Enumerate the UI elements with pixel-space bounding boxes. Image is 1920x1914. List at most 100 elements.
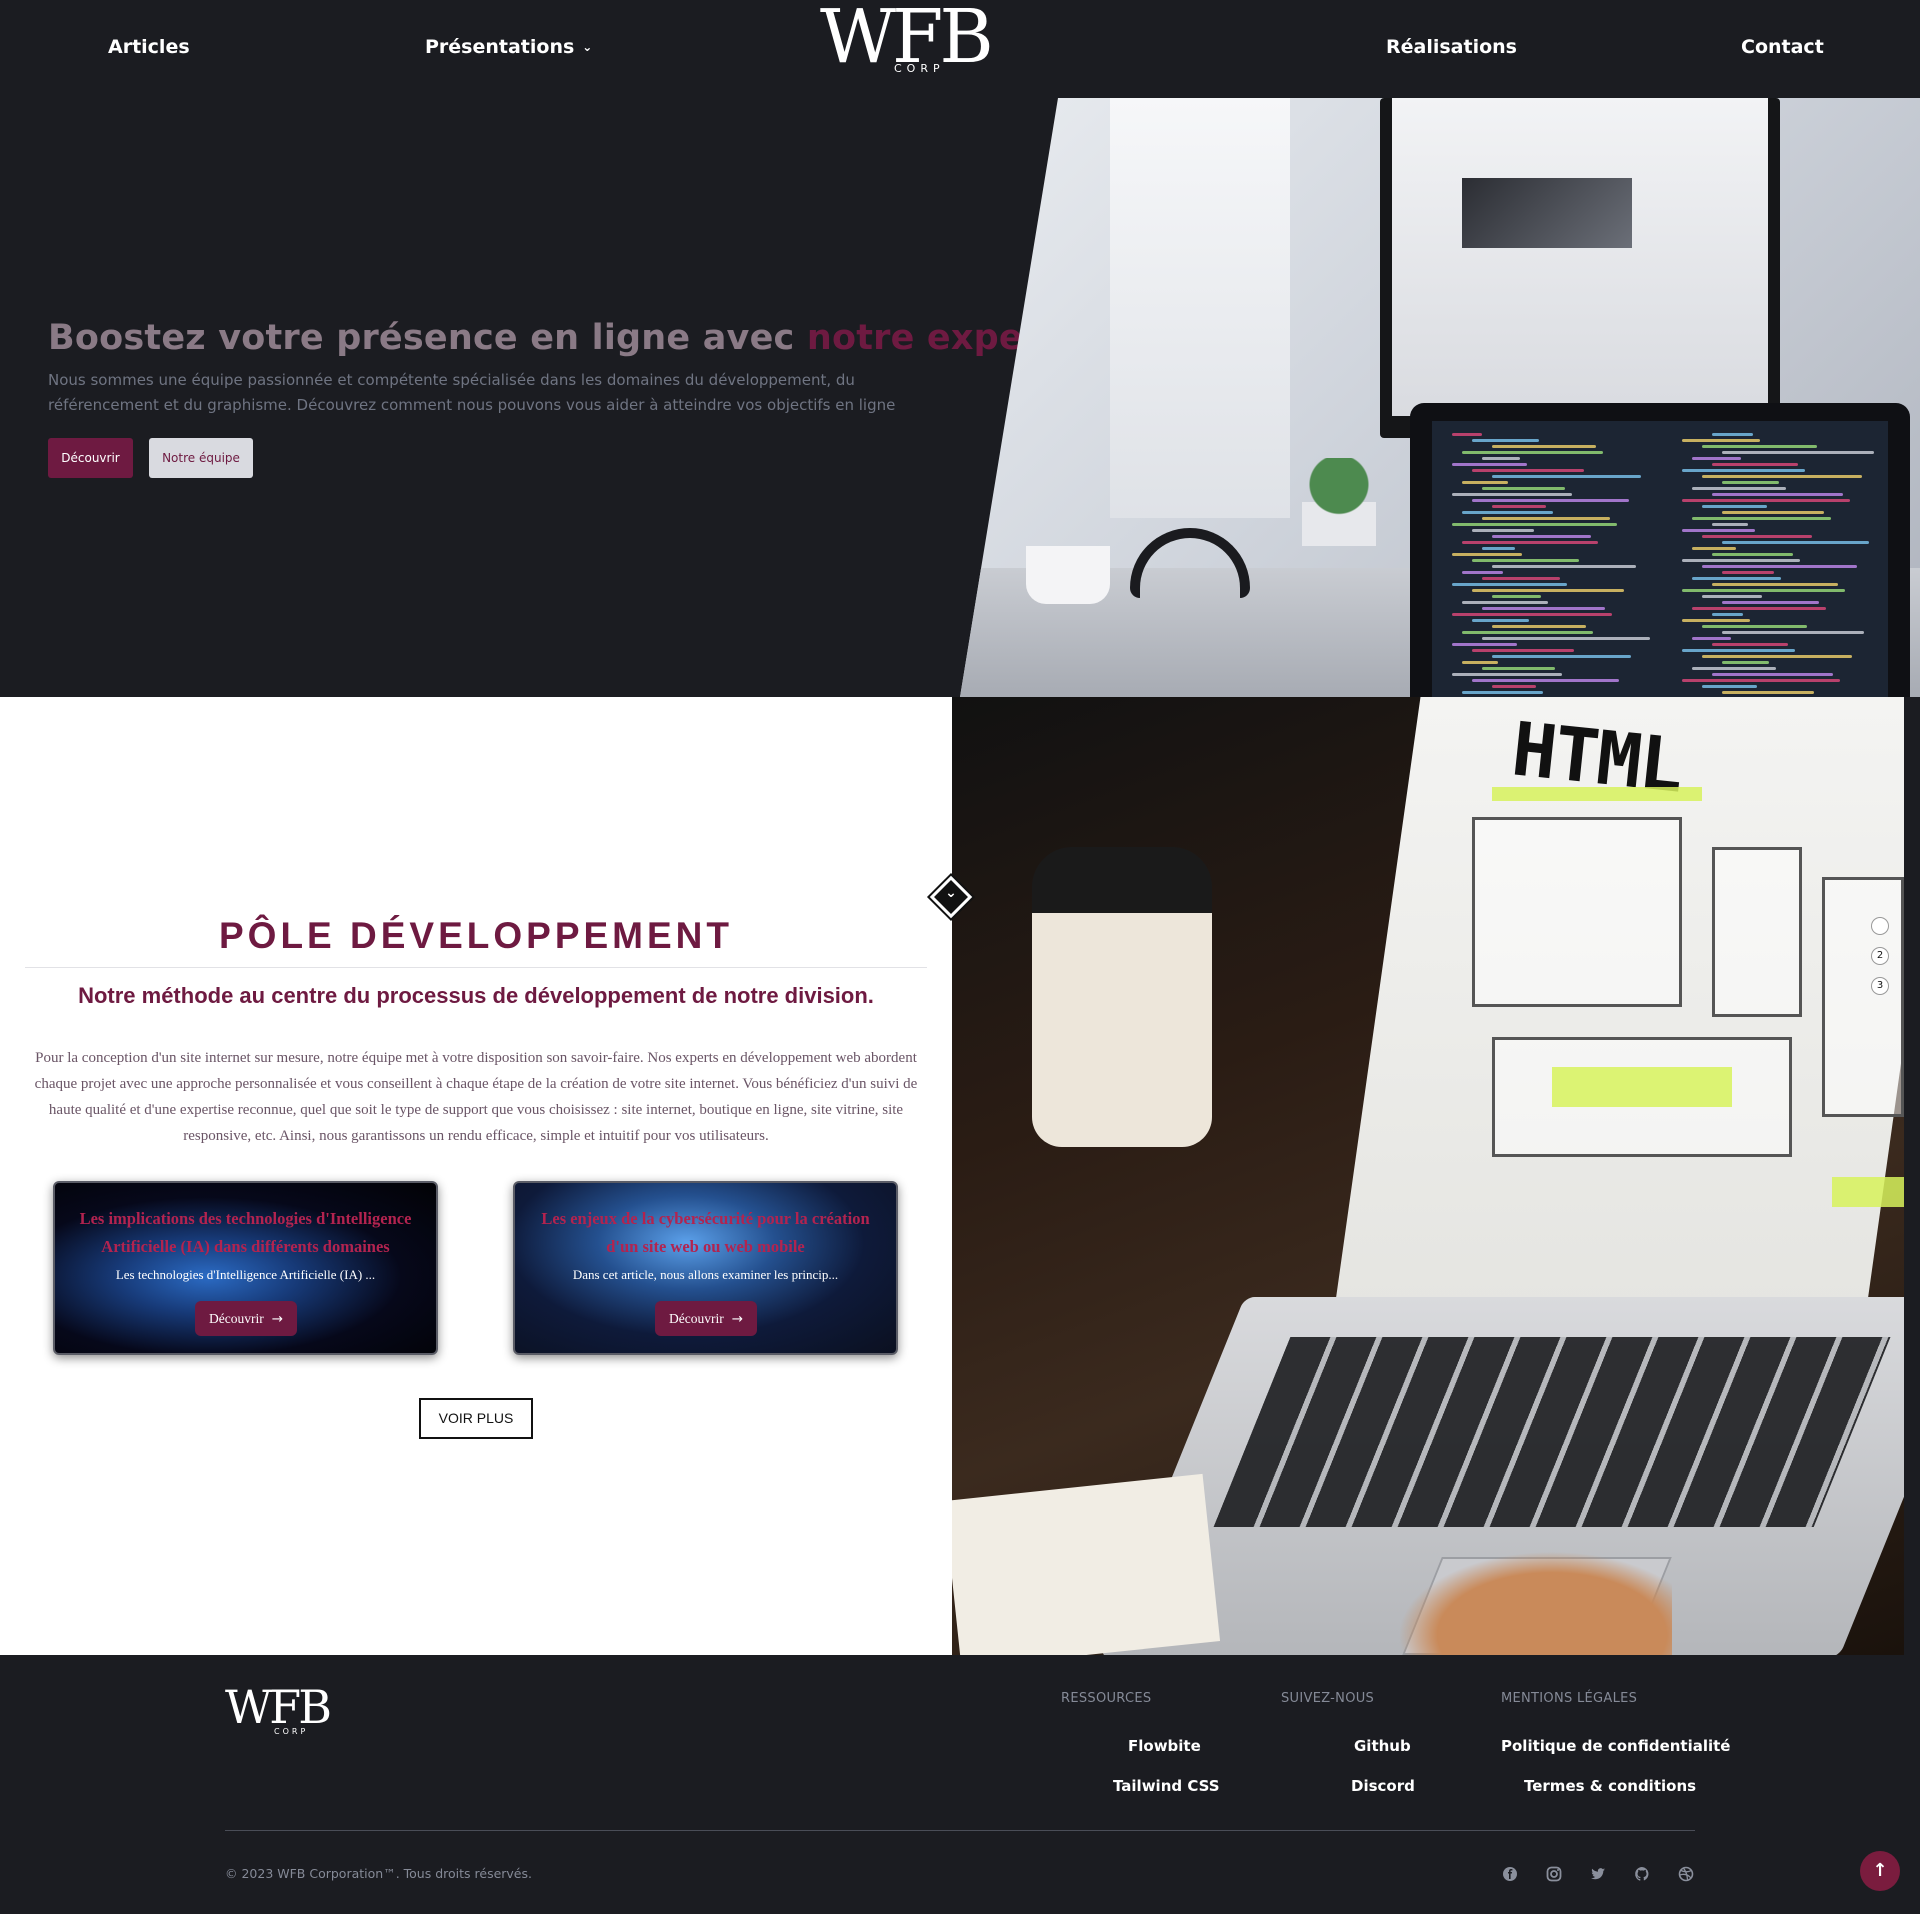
code-line	[1682, 469, 1805, 472]
hero-description: Nous sommes une équipe passionnée et com…	[48, 371, 896, 414]
site-logo[interactable]: WFB CORP	[820, 0, 1020, 96]
code-line	[1702, 505, 1767, 508]
code-line	[1692, 637, 1731, 640]
code-line	[1492, 685, 1536, 688]
dev-section: PÔLE DÉVELOPPEMENT Notre méthode au cent…	[0, 697, 952, 1655]
hero-title: Boostez votre présence en ligne avec not…	[48, 318, 1114, 358]
footer-link-discord[interactable]: Discord	[1351, 1777, 1415, 1795]
code-line	[1692, 487, 1786, 490]
code-line	[1692, 667, 1776, 670]
scroll-to-top-button[interactable]: ↑	[1860, 1851, 1900, 1891]
code-line	[1712, 493, 1843, 496]
code-line	[1462, 601, 1548, 604]
footer-link-terms[interactable]: Termes & conditions	[1524, 1777, 1696, 1795]
code-line	[1472, 589, 1624, 592]
code-line	[1692, 457, 1741, 460]
section-toggle-button[interactable]: ⌄	[928, 874, 974, 920]
facebook-icon[interactable]	[1500, 1864, 1520, 1884]
code-line	[1722, 511, 1824, 514]
code-line	[1682, 589, 1845, 592]
code-line	[1482, 637, 1650, 640]
hero-discover-button[interactable]: Découvrir	[48, 438, 133, 478]
hero-image-plant	[1302, 458, 1376, 546]
code-line	[1472, 679, 1619, 682]
article-card-excerpt: Les technologies d'Intelligence Artifici…	[115, 1267, 376, 1282]
hero-team-button[interactable]: Notre équipe	[149, 438, 253, 478]
code-line	[1492, 475, 1641, 478]
hero-title-main: Boostez votre présence en ligne avec	[48, 318, 807, 358]
code-line	[1712, 523, 1748, 526]
code-line	[1472, 439, 1539, 442]
code-line	[1482, 667, 1555, 670]
code-line	[1472, 559, 1579, 562]
pagination-dot[interactable]	[1872, 918, 1888, 934]
footer-logo[interactable]: WFB CORP	[225, 1681, 365, 1747]
footer-link-privacy[interactable]: Politique de confidentialité	[1501, 1737, 1730, 1755]
code-line	[1702, 625, 1807, 628]
pagination-dot[interactable]: 2	[1872, 948, 1888, 964]
code-line	[1682, 499, 1850, 502]
footer-logo-sub: CORP	[271, 1727, 312, 1736]
code-line	[1482, 577, 1560, 580]
article-card-excerpt: Dans cet article, nous allons examiner l…	[572, 1267, 839, 1282]
footer-link-flowbite[interactable]: Flowbite	[1128, 1737, 1201, 1755]
code-line	[1492, 505, 1546, 508]
code-line	[1702, 655, 1852, 658]
dev-subtitle: Notre méthode au centre du processus de …	[78, 983, 874, 1008]
nav-contact-link[interactable]: Contact	[1741, 36, 1824, 58]
code-line	[1722, 601, 1819, 604]
chevron-down-icon: ⌄	[582, 40, 593, 54]
dev-image-hand	[1372, 1537, 1672, 1655]
arrow-up-icon: ↑	[1872, 1860, 1888, 1881]
code-line	[1492, 445, 1596, 448]
github-icon[interactable]	[1632, 1864, 1652, 1884]
dribbble-icon[interactable]	[1676, 1864, 1696, 1884]
code-line	[1452, 463, 1527, 466]
pagination-dot[interactable]: 3	[1872, 978, 1888, 994]
nav-presentations-dropdown[interactable]: Présentations ⌄	[425, 36, 592, 58]
article-card-discover-button[interactable]: Découvrir →	[195, 1301, 297, 1336]
dev-image: HTML	[952, 697, 1904, 1655]
code-line	[1682, 679, 1840, 682]
code-line	[1462, 691, 1543, 694]
code-line	[1722, 541, 1869, 544]
code-line	[1472, 619, 1529, 622]
footer-ressources-heading: RESSOURCES	[1061, 1691, 1152, 1706]
dev-title: PÔLE DÉVELOPPEMENT	[218, 915, 733, 956]
code-line	[1452, 493, 1572, 496]
code-line	[1722, 691, 1814, 694]
footer-link-github[interactable]: Github	[1354, 1737, 1411, 1755]
code-line	[1462, 661, 1498, 664]
code-line	[1712, 463, 1798, 466]
logo-sub: CORP	[890, 62, 949, 75]
footer-link-tailwind[interactable]: Tailwind CSS	[1113, 1777, 1220, 1795]
arrow-right-icon: →	[271, 1311, 284, 1327]
code-line	[1482, 487, 1565, 490]
article-card-discover-button[interactable]: Découvrir →	[655, 1301, 757, 1336]
arrow-right-icon: →	[731, 1311, 744, 1327]
code-line	[1722, 571, 1774, 574]
code-line	[1492, 565, 1636, 568]
footer-mentions-heading: MENTIONS LÉGALES	[1501, 1691, 1638, 1706]
hero-image	[960, 98, 1920, 697]
footer-logo-mark: WFB	[225, 1680, 332, 1734]
article-card-button-label: Découvrir	[208, 1311, 264, 1326]
code-line	[1682, 559, 1800, 562]
voir-plus-button[interactable]: VOIR PLUS	[419, 1398, 533, 1439]
nav-realisations-link[interactable]: Réalisations	[1386, 36, 1517, 58]
code-line	[1462, 451, 1603, 454]
code-line	[1722, 631, 1864, 634]
code-line	[1472, 649, 1574, 652]
code-line	[1482, 607, 1605, 610]
article-card-button-label: Découvrir	[668, 1311, 724, 1326]
hero-image-window	[1110, 98, 1290, 518]
nav-articles-link[interactable]: Articles	[108, 36, 190, 58]
article-card-title: Les implications des technologies d'Inte…	[79, 1209, 412, 1256]
footer-suivez-heading: SUIVEZ-NOUS	[1281, 1691, 1375, 1706]
nav-presentations-label: Présentations	[425, 36, 575, 58]
twitter-icon[interactable]	[1588, 1864, 1608, 1884]
instagram-icon[interactable]	[1544, 1864, 1564, 1884]
code-line	[1702, 475, 1862, 478]
code-line	[1492, 625, 1586, 628]
code-line	[1712, 673, 1833, 676]
